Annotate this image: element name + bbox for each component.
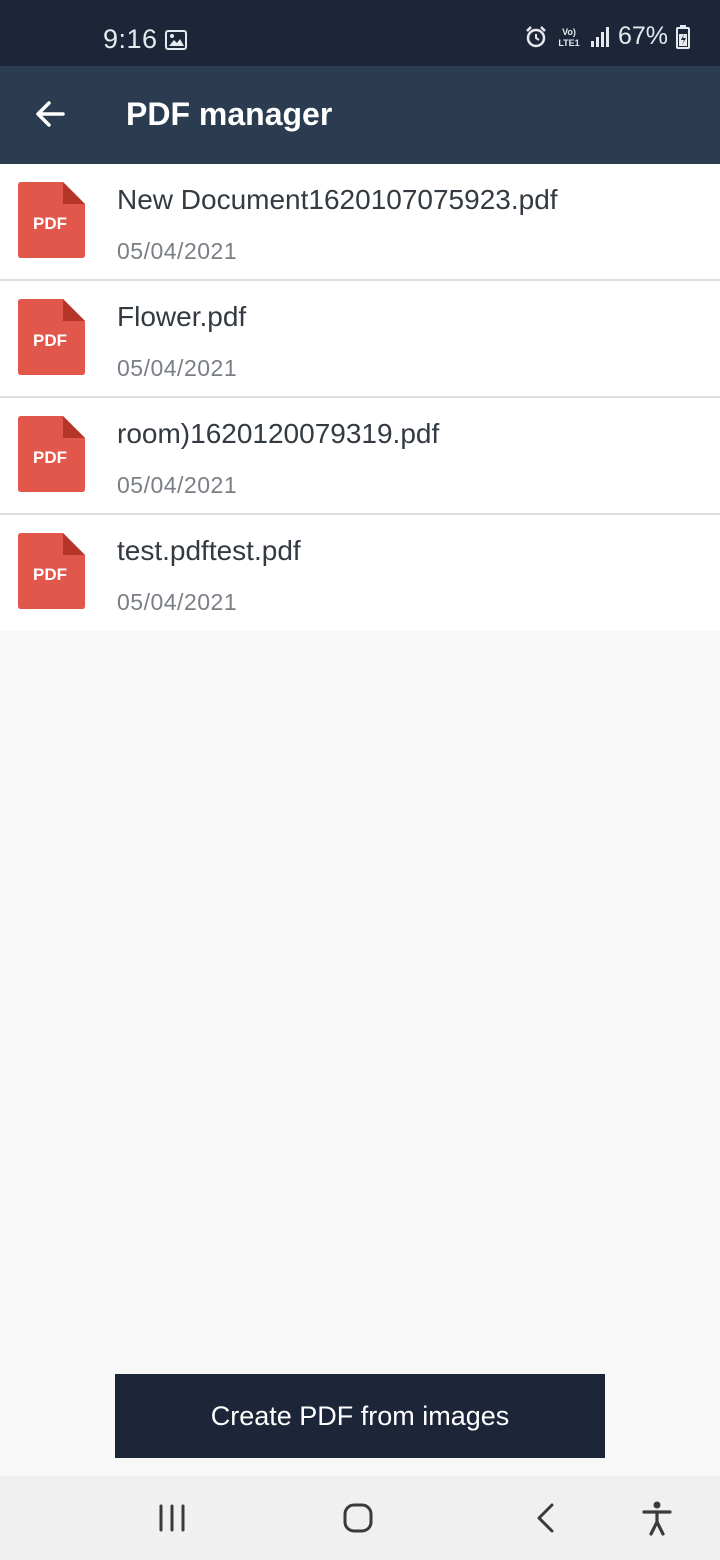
page-title: PDF manager: [126, 96, 333, 132]
signal-icon: [590, 26, 609, 47]
status-time: 9:16: [103, 24, 158, 54]
svg-text:PDF: PDF: [33, 448, 67, 467]
system-nav-bar: [0, 1476, 720, 1560]
status-bar: 9:16 Vo) LTE1 67%: [0, 0, 720, 66]
accessibility-icon[interactable]: [637, 1498, 677, 1538]
pdf-file-icon: PDF: [18, 182, 85, 258]
file-list: PDF New Document1620107075923.pdf 05/04/…: [0, 164, 720, 631]
home-icon[interactable]: [338, 1498, 378, 1538]
app-bar: PDF manager: [0, 66, 720, 164]
pdf-file-icon: PDF: [18, 416, 85, 492]
svg-text:Vo): Vo): [562, 27, 576, 37]
file-list-item[interactable]: PDF room)1620120079319.pdf 05/04/2021: [0, 398, 720, 515]
create-pdf-label: Create PDF from images: [210, 1400, 510, 1431]
pdf-file-icon: PDF: [18, 299, 85, 375]
image-icon: [165, 30, 187, 50]
file-date: 05/04/2021: [117, 472, 238, 498]
arrow-left-icon[interactable]: [30, 94, 70, 134]
file-list-item[interactable]: PDF Flower.pdf 05/04/2021: [0, 281, 720, 398]
file-date: 05/04/2021: [117, 355, 238, 381]
svg-text:LTE1: LTE1: [558, 38, 579, 48]
back-icon[interactable]: [526, 1498, 566, 1538]
pdf-file-icon: PDF: [18, 533, 85, 609]
file-list-item[interactable]: PDF test.pdftest.pdf 05/04/2021: [0, 515, 720, 631]
file-date: 05/04/2021: [117, 238, 238, 264]
file-date: 05/04/2021: [117, 589, 238, 615]
volte-icon: Vo) LTE1: [558, 27, 579, 48]
file-list-item[interactable]: PDF New Document1620107075923.pdf 05/04/…: [0, 164, 720, 281]
battery-percent: 67%: [617, 22, 668, 50]
svg-text:PDF: PDF: [33, 331, 67, 350]
svg-text:PDF: PDF: [33, 214, 67, 233]
status-icons: Vo) LTE1 67%: [524, 22, 690, 51]
recent-apps-icon[interactable]: [152, 1498, 192, 1538]
create-pdf-button[interactable]: Create PDF from images: [115, 1374, 605, 1458]
battery-icon: [676, 24, 690, 49]
file-name: New Document1620107075923.pdf: [117, 184, 558, 215]
svg-text:PDF: PDF: [33, 565, 67, 584]
file-name: Flower.pdf: [117, 301, 247, 332]
file-name: room)1620120079319.pdf: [117, 418, 440, 449]
file-name: test.pdftest.pdf: [117, 535, 301, 566]
alarm-icon: [526, 25, 546, 47]
